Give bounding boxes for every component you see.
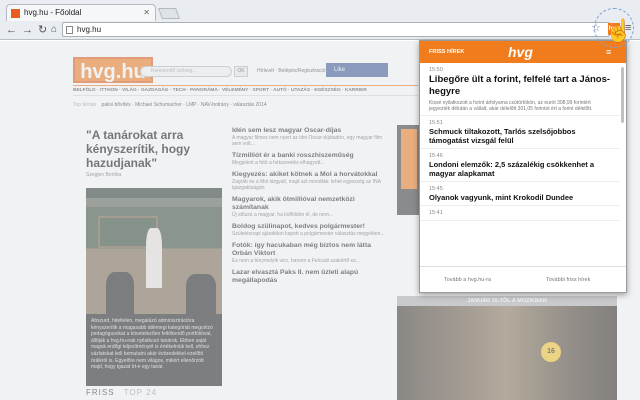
top-topics-label: Top témák <box>73 102 97 108</box>
browser-tab[interactable]: hvg.hu - Főoldal ✕ <box>6 4 156 21</box>
address-bar[interactable]: hvg.hu <box>62 22 610 37</box>
popup-logo[interactable]: hvg <box>508 42 533 62</box>
search-ok-button[interactable]: OK <box>234 66 248 77</box>
magazine-cover-stripe <box>401 129 417 189</box>
list-item[interactable]: Kiegyezés: akiket kötnek a Mol a horváto… <box>232 171 390 191</box>
list-item[interactable]: Fotók: így hacukaban még biztos nem látt… <box>232 242 390 264</box>
photo-teacher-figure <box>146 228 162 288</box>
hand-cursor-icon: ☝ <box>605 18 633 43</box>
new-tab-button[interactable] <box>157 8 181 19</box>
list-item[interactable]: Tízmilliót ér a banki rosszhiszeműség Meg… <box>232 152 390 166</box>
popup-scrollbar[interactable] <box>621 67 624 123</box>
header-links[interactable]: Hírlevél · Belépés/Regisztráció <box>257 68 325 74</box>
list-item[interactable]: 15:41 <box>420 206 620 221</box>
list-item[interactable]: 15:51 Schmuck tiltakozott, Tarlós szelső… <box>420 116 620 149</box>
photo-student-figure <box>106 272 134 314</box>
popup-news-list[interactable]: 15:50 Libegőre ült a forint, felfelé tar… <box>420 63 620 265</box>
lead-photo[interactable] <box>86 188 222 314</box>
article-list: Idén sem lesz magyar Oscar-díjas A magyar… <box>232 127 390 290</box>
list-item[interactable]: Idén sem lesz magyar Oscar-díjas A magyar… <box>232 127 390 147</box>
main-navigation[interactable]: BELFÖLD · ITTHON · VILÁG · GAZDASÁG · TE… <box>73 85 418 96</box>
back-icon[interactable]: ← <box>6 23 17 37</box>
top-topics-links[interactable]: paksi bővítés · Michael Schumacher · LMP… <box>101 102 266 108</box>
list-item[interactable]: Boldog szülinapot, kedves polgármester! S… <box>232 223 390 237</box>
news-popup: FRISS HÍREK hvg ≡ 15:50 Libegőre ült a f… <box>419 40 627 293</box>
popup-footer: Tovább a hvg.hu-ra További friss hírek <box>420 266 626 292</box>
close-tab-icon[interactable]: ✕ <box>143 5 150 21</box>
top24-tab[interactable]: TOP 24 <box>124 388 157 397</box>
reload-icon[interactable]: ↻ <box>38 23 47 37</box>
friss-label[interactable]: FRISS <box>86 388 115 397</box>
forward-icon[interactable]: → <box>22 23 33 37</box>
search-input[interactable]: Keresendő szöveg... <box>140 66 232 77</box>
list-item[interactable]: 15:45 Olyanok vagyunk, mint Krokodil Dun… <box>420 182 620 206</box>
list-item[interactable]: Lazar elvasztá Paks II. nem üzleti alapú… <box>232 269 390 285</box>
friss-tab[interactable]: FRISS TOP 24 <box>86 386 226 400</box>
lead-headline[interactable]: "A tanárokat arra kényszerítik, hogy haz… <box>86 128 226 170</box>
age-rating-badge: 16 <box>541 342 561 362</box>
facebook-like-label: Like <box>334 67 346 73</box>
goto-hvg-link[interactable]: Tovább a hvg.hu-ra <box>444 267 491 293</box>
list-item[interactable]: 15:50 Libegőre ült a forint, felfelé tar… <box>420 63 620 116</box>
lead-author[interactable]: Szegjen Boróka <box>86 172 121 178</box>
popup-header: FRISS HÍREK hvg ≡ <box>420 41 626 63</box>
list-item[interactable]: 15:46 Londoni elemzők: 2,5 százalékig cs… <box>420 149 620 182</box>
list-item[interactable]: Magyarok, akik ötmillióval nemzetközi sz… <box>232 196 390 218</box>
more-news-link[interactable]: További friss hírek <box>546 267 590 293</box>
page-icon <box>66 26 73 34</box>
top-topics-bar: Top témák paksi bővítés · Michael Schuma… <box>73 101 418 110</box>
browser-toolbar: hvg.hu - Főoldal ✕ ← → ↻ ⌂ hvg.hu ☆ hvg … <box>0 0 640 40</box>
movie-ad-banner[interactable]: JANUÁR 15-TŐL A MOZIKBAN <box>397 296 617 306</box>
tab-title: hvg.hu - Főoldal <box>24 8 82 17</box>
facebook-like-button[interactable]: Like 77k <box>326 63 388 77</box>
movie-ad-image[interactable]: 16 <box>397 306 617 400</box>
favicon-icon <box>11 9 20 18</box>
url-text: hvg.hu <box>77 25 102 34</box>
photo-caption: Abszurd, hiteltelen, megalázó adminisztr… <box>86 314 222 396</box>
photo-student-figure <box>186 274 216 314</box>
popup-header-label: FRISS HÍREK <box>429 49 465 55</box>
home-icon[interactable]: ⌂ <box>51 23 57 37</box>
